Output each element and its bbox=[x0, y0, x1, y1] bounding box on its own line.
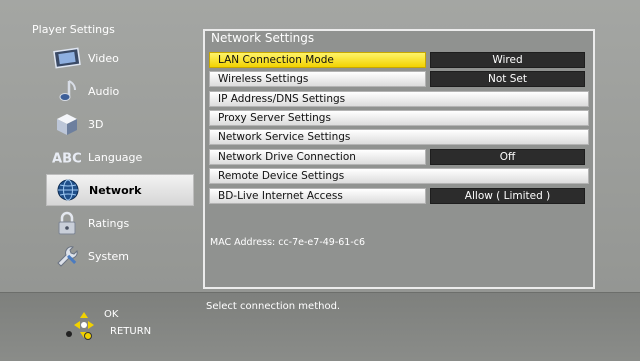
lan-connection-mode-value: Wired bbox=[430, 52, 585, 68]
sidebar-item-label: Network bbox=[89, 183, 142, 197]
globe-icon bbox=[53, 177, 83, 203]
sidebar-item-ratings[interactable]: Ratings bbox=[46, 207, 194, 239]
network-drive-connection-value: Off bbox=[430, 149, 585, 165]
ok-hint: OK bbox=[104, 309, 119, 320]
sidebar-item-label: Audio bbox=[88, 84, 120, 98]
wireless-settings-value: Not Set bbox=[430, 71, 585, 87]
wireless-settings-row[interactable]: Wireless Settings bbox=[209, 71, 426, 87]
remote-navigation-icon bbox=[66, 312, 94, 340]
lan-connection-mode-row[interactable]: LAN Connection Mode bbox=[209, 52, 426, 68]
return-hint: RETURN bbox=[110, 326, 152, 337]
network-service-settings-row[interactable]: Network Service Settings bbox=[209, 129, 589, 145]
sidebar-item-label: Ratings bbox=[88, 216, 130, 230]
bd-live-internet-access-row[interactable]: BD-Live Internet Access bbox=[209, 188, 426, 204]
music-note-icon bbox=[52, 78, 82, 104]
cube-icon bbox=[52, 111, 82, 137]
sidebar-item-audio[interactable]: Audio bbox=[46, 75, 194, 107]
bd-live-internet-access-value: Allow ( Limited ) bbox=[430, 188, 585, 204]
help-text: Select connection method. bbox=[206, 301, 341, 312]
sidebar-item-network[interactable]: Network bbox=[46, 174, 194, 206]
panel-title: Network Settings bbox=[211, 31, 315, 45]
proxy-server-settings-row[interactable]: Proxy Server Settings bbox=[209, 110, 589, 126]
network-drive-connection-row[interactable]: Network Drive Connection bbox=[209, 149, 426, 165]
abc-icon: ABC bbox=[52, 144, 82, 170]
sidebar-item-label: Language bbox=[88, 150, 143, 164]
sidebar-item-label: System bbox=[88, 249, 130, 263]
film-icon bbox=[52, 45, 82, 71]
ip-address-dns-settings-row[interactable]: IP Address/DNS Settings bbox=[209, 91, 589, 107]
sidebar-item-3d[interactable]: 3D bbox=[46, 108, 194, 140]
sidebar-item-label: Video bbox=[88, 51, 119, 65]
padlock-icon bbox=[52, 210, 82, 236]
sidebar-item-label: 3D bbox=[88, 117, 104, 131]
sidebar-item-video[interactable]: Video bbox=[46, 42, 194, 74]
sidebar-item-language[interactable]: ABC Language bbox=[46, 141, 194, 173]
remote-device-settings-row[interactable]: Remote Device Settings bbox=[209, 168, 589, 184]
svg-text:ABC: ABC bbox=[52, 152, 82, 167]
mac-address: MAC Address: cc-7e-e7-49-61-c6 bbox=[210, 237, 366, 248]
wrench-icon bbox=[52, 243, 82, 269]
sidebar-title: Player Settings bbox=[32, 23, 115, 36]
sidebar-item-system[interactable]: System bbox=[46, 240, 194, 272]
